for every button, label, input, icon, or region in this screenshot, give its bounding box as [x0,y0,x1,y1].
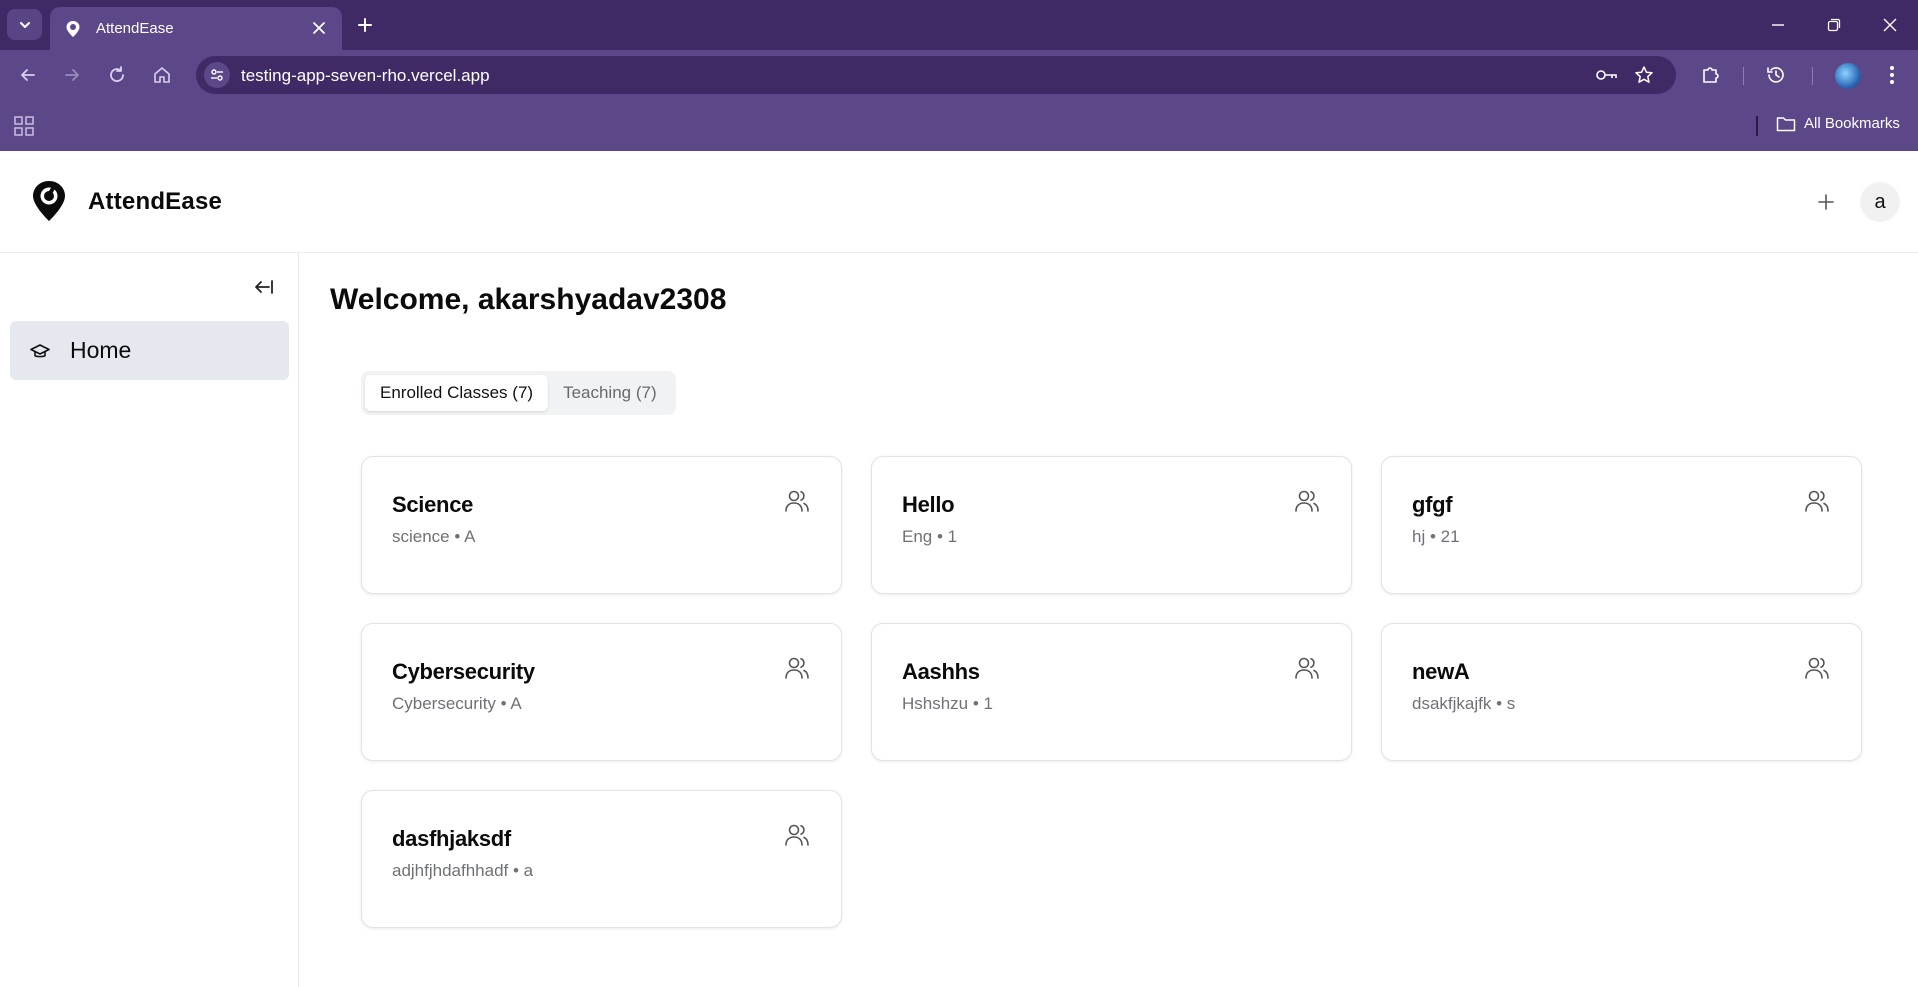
class-subtitle: science • A [392,527,476,546]
class-card[interactable]: gfgf hj • 21 [1381,456,1862,594]
browser-tab-title: AttendEase [96,20,174,37]
users-icon [785,490,809,512]
password-key-icon[interactable] [1595,63,1619,87]
plus-icon [358,18,372,32]
page-title: Welcome, akarshyadav2308 [330,283,727,316]
tab-search-button[interactable] [7,9,42,40]
browser-menu-button[interactable] [1879,62,1905,88]
puzzle-icon [1703,67,1719,83]
class-card[interactable]: Cybersecurity Cybersecurity • A [361,623,842,761]
class-card[interactable]: Hello Eng • 1 [871,456,1352,594]
history-icon [1767,67,1784,83]
minimize-window-button[interactable] [1763,10,1793,40]
close-icon [1883,18,1897,32]
restore-window-button[interactable] [1819,10,1849,40]
sidebar-item-label: Home [70,337,132,363]
site-info-button[interactable] [204,62,230,88]
apps-grid-icon[interactable] [13,115,35,137]
collapse-sidebar-button[interactable] [250,274,276,300]
home-icon [154,67,170,83]
class-title: Aashhs [902,659,980,684]
close-window-button[interactable] [1875,10,1905,40]
class-tabs: Enrolled Classes (7) Teaching (7) [361,371,676,415]
class-title: Hello [902,492,955,517]
tab-teaching[interactable]: Teaching (7) [548,375,672,411]
restore-icon [1827,18,1841,32]
user-avatar[interactable]: a [1860,182,1900,222]
toolbar-divider [1812,67,1813,85]
all-bookmarks-label: All Bookmarks [1804,115,1900,132]
browser-tabbar: AttendEase [0,0,1918,50]
toolbar-divider [1743,67,1744,85]
class-title: gfgf [1412,492,1453,517]
graduation-cap-icon [30,343,50,357]
bookmarks-bar: All Bookmarks [0,100,1918,151]
class-card[interactable]: Aashhs Hshshzu • 1 [871,623,1352,761]
users-icon [785,824,809,846]
plus-icon [1818,194,1834,210]
all-bookmarks-button[interactable]: All Bookmarks [1776,115,1900,132]
folder-icon [1776,116,1796,131]
more-vertical-icon [1890,66,1894,84]
class-title: dasfhjaksdf [392,826,511,851]
class-card[interactable]: newA dsakfjkajfk • s [1381,623,1862,761]
chevron-down-icon [19,21,30,28]
bookmark-star-icon[interactable] [1632,63,1656,87]
users-icon [1805,657,1829,679]
class-grid: Science science • A Hello Eng • 1 gfgf h… [361,456,1863,928]
users-icon [1295,657,1319,679]
url-text: testing-app-seven-rho.vercel.app [241,66,490,85]
home-button[interactable] [149,62,175,88]
sidebar-item-home[interactable]: Home [10,321,289,380]
create-class-button[interactable] [1812,188,1840,216]
class-subtitle: Eng • 1 [902,527,958,546]
users-icon [1805,490,1829,512]
browser-toolbar: testing-app-seven-rho.vercel.app [0,50,1918,100]
class-card[interactable]: Science science • A [361,456,842,594]
users-icon [785,657,809,679]
back-button[interactable] [15,62,41,88]
reload-icon [110,66,124,82]
class-card[interactable]: dasfhjaksdf adjhfjhdafhhadf • a [361,790,842,928]
address-bar[interactable]: testing-app-seven-rho.vercel.app [196,56,1676,94]
new-tab-button[interactable] [352,12,378,38]
class-title: Science [392,492,474,517]
minimize-icon [1772,24,1784,26]
browser-profile-avatar[interactable] [1835,63,1861,89]
app-header: AttendEase a [0,151,1918,253]
history-button[interactable] [1763,62,1789,88]
tab-enrolled-classes[interactable]: Enrolled Classes (7) [365,375,549,411]
forward-button[interactable] [59,62,85,88]
class-subtitle: Hshshzu • 1 [902,694,993,713]
class-subtitle: hj • 21 [1412,527,1460,546]
class-title: newA [1412,659,1470,684]
arrow-left-to-line-icon [255,280,273,294]
class-subtitle: adjhfjhdafhhadf • a [392,861,534,880]
extensions-button[interactable] [1698,62,1724,88]
attendease-logo-icon [33,181,65,221]
reload-button[interactable] [104,62,130,88]
main-content: Welcome, akarshyadav2308 Enrolled Classe… [300,253,1918,987]
class-subtitle: Cybersecurity • A [392,694,522,713]
arrow-left-icon [21,69,35,81]
tune-icon [211,69,223,81]
users-icon [1295,490,1319,512]
sidebar: Home [0,253,299,987]
browser-tab-active[interactable]: AttendEase [50,7,342,50]
arrow-right-icon [65,69,79,81]
attendease-favicon-icon [64,20,82,38]
close-tab-icon[interactable] [308,17,330,39]
class-title: Cybersecurity [392,659,535,684]
class-subtitle: dsakfjkajfk • s [1412,694,1516,713]
bookmarks-divider [1756,116,1758,136]
app-brand-name: AttendEase [88,188,223,215]
